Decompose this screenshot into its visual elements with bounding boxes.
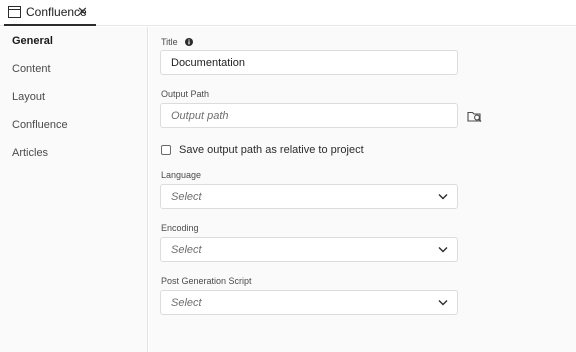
title-label: Title: [161, 37, 178, 47]
language-value: Select: [171, 190, 202, 203]
folder-search-icon[interactable]: [467, 109, 483, 123]
tab-bar: Confluence ✕: [0, 0, 576, 26]
output-path-label: Output Path: [161, 89, 210, 99]
close-icon[interactable]: ✕: [77, 5, 88, 19]
sidebar-item-confluence[interactable]: Confluence: [12, 119, 68, 131]
script-label: Post Generation Script: [161, 276, 252, 286]
encoding-value: Select: [171, 243, 202, 256]
info-icon[interactable]: [185, 38, 194, 46]
chevron-down-icon: [438, 300, 448, 306]
script-select[interactable]: Select: [160, 290, 458, 315]
sidebar-item-general[interactable]: General: [12, 35, 53, 47]
sidebar: General Content Layout Confluence Articl…: [0, 27, 148, 352]
chevron-down-icon: [438, 247, 448, 253]
language-select[interactable]: Select: [160, 184, 458, 209]
encoding-select[interactable]: Select: [160, 237, 458, 262]
relative-path-checkbox[interactable]: [161, 145, 171, 155]
title-field[interactable]: Documentation: [160, 50, 458, 75]
language-label: Language: [161, 170, 202, 180]
encoding-label: Encoding: [161, 223, 199, 233]
script-value: Select: [171, 296, 202, 309]
chevron-down-icon: [438, 194, 448, 200]
sidebar-item-content[interactable]: Content: [12, 63, 51, 75]
window-icon: [8, 6, 21, 18]
title-label-row: Title: [161, 37, 194, 47]
output-path-placeholder: Output path: [171, 109, 229, 122]
title-value: Documentation: [171, 56, 245, 69]
sidebar-item-layout[interactable]: Layout: [12, 91, 45, 103]
relative-path-label: Save output path as relative to project: [179, 144, 364, 156]
output-path-field[interactable]: Output path: [160, 103, 458, 128]
relative-path-option[interactable]: Save output path as relative to project: [161, 144, 364, 156]
sidebar-item-articles[interactable]: Articles: [12, 147, 48, 159]
settings-form: Title Documentation Output Path Output p…: [149, 27, 576, 352]
